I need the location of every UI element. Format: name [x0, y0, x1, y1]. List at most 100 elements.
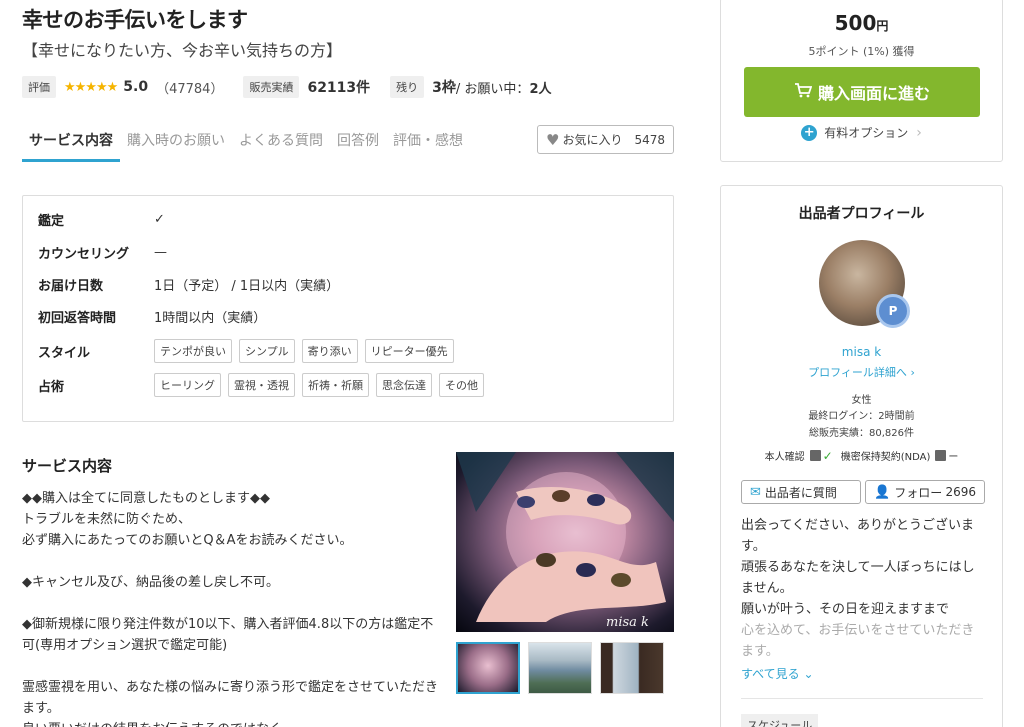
rating-stars: ★★★★★ — [64, 79, 118, 95]
tab-faq[interactable]: よくある質問 — [232, 118, 330, 162]
price: 500円 — [721, 11, 1002, 35]
profile-detail-label: プロフィール詳細へ — [808, 366, 907, 379]
divination-tag[interactable]: 霊視・透視 — [228, 373, 295, 397]
first-reply-label: 初回返答時間 — [38, 311, 117, 326]
chevron-down-icon: ⌄ — [803, 667, 814, 681]
bio-line: 願いが叶う、その日を迎えますまで — [741, 602, 950, 617]
remaining-slots: 3枠 — [432, 80, 456, 96]
divination-tag[interactable]: その他 — [439, 373, 484, 397]
remaining-label: 残り — [390, 76, 425, 98]
detail-counseling: カウンセリング — — [38, 243, 167, 262]
in-progress-label: / お願い中： — [455, 81, 530, 97]
style-tag[interactable]: シンプル — [239, 339, 295, 363]
seller-total-sales: 総販売実績：80,826件 — [809, 428, 914, 439]
content-heading: サービス内容 — [22, 457, 113, 475]
seller-name[interactable]: misa k — [721, 345, 1002, 359]
first-reply-value: 1時間以内（実績） — [154, 311, 267, 326]
bio-line: 頑張るあなたを決して一人ぼっちにはしません。 — [741, 560, 975, 596]
divination-tag[interactable]: 思念伝達 — [376, 373, 432, 397]
content-line: 必ず購入にあたってのお願いとQ＆Aをお読みください。 — [22, 533, 353, 548]
chevron-right-icon: › — [916, 124, 922, 141]
favorite-count: 5478 — [634, 132, 665, 147]
delivery-value: 1日（予定） / 1日以内（実績） — [154, 279, 340, 294]
favorite-button[interactable]: ♥ お気に入り 5478 — [536, 125, 674, 154]
see-all-link[interactable]: すべて見る ⌄ — [741, 665, 814, 682]
bio-line: 心を込めて、お手伝いをさせていただきます。 — [741, 623, 975, 659]
divination-tag[interactable]: ヒーリング — [154, 373, 221, 397]
nda-value: ー — [948, 452, 959, 463]
points-earned: 5ポイント (1%) 獲得 — [808, 45, 915, 58]
style-tag[interactable]: テンポが良い — [154, 339, 232, 363]
profile-detail-link[interactable]: プロフィール詳細へ › — [721, 364, 1002, 380]
content-line: トラブルを未然に防ぐため、 — [22, 512, 192, 527]
divination-tag[interactable]: 祈祷・祈願 — [302, 373, 369, 397]
check-icon: ✓ — [822, 448, 833, 463]
document-icon — [935, 450, 947, 461]
tab-service-content[interactable]: サービス内容 — [22, 118, 120, 162]
see-all-label: すべて見る — [741, 667, 800, 681]
counseling-value: — — [154, 245, 167, 260]
buy-button[interactable]: 購入画面に進む — [744, 67, 980, 117]
tab-reviews[interactable]: 評価・感想 — [386, 118, 470, 162]
service-subtitle: 【幸せになりたい方、今お辛い気持ちの方】 — [22, 41, 343, 60]
detail-divination: 占術 ヒーリング 霊視・透視 祈祷・祈願 思念伝達 その他 — [38, 373, 491, 397]
rating-value: 5.0 — [123, 79, 149, 95]
service-main-image[interactable]: misa k — [456, 452, 674, 632]
content-description: ◆◆購入は全てに同意したものとします◆◆ トラブルを未然に防ぐため、 必ず購入に… — [22, 488, 440, 727]
heart-icon: ♥ — [545, 130, 560, 149]
nda-label: 機密保持契約(NDA) — [840, 452, 931, 463]
image-thumbnails — [456, 642, 672, 694]
detail-appraisal: 鑑定 ✓ — [38, 210, 165, 229]
paid-option-link[interactable]: + 有料オプション › — [721, 124, 1002, 141]
price-currency: 円 — [876, 19, 889, 33]
bio-line: 出会ってください、ありがとうございます。 — [741, 518, 974, 554]
profile-actions: ✉ 出品者に質問 👤 フォロー 2696 — [741, 480, 985, 504]
identity-label: 本人確認 — [764, 452, 805, 463]
tab-purchase-request[interactable]: 購入時のお願い — [120, 118, 232, 162]
nail-art-photo: misa k — [456, 452, 674, 630]
thumbnail-2[interactable] — [528, 642, 592, 694]
content-line — [22, 551, 440, 572]
profile-heading: 出品者プロフィール — [798, 206, 925, 222]
content-line: ◆御新規様に限り発注件数が10以下、購入者評価4.8以下の方は鑑定不可(専用オプ… — [22, 617, 434, 653]
detail-first-reply: 初回返答時間 1時間以内（実績） — [38, 307, 266, 326]
follow-button[interactable]: 👤 フォロー 2696 — [865, 480, 985, 504]
ask-seller-button[interactable]: ✉ 出品者に質問 — [741, 480, 861, 504]
content-line: ◆キャンセル及び、納品後の差し戻し不可。 — [22, 575, 279, 590]
schedule-label: スケジュール — [741, 714, 819, 727]
delivery-label: お届け日数 — [38, 279, 104, 294]
platinum-rank-badge-icon: P — [876, 294, 910, 328]
plus-icon: + — [801, 124, 818, 141]
content-line — [22, 656, 440, 677]
content-line — [22, 593, 440, 614]
purchase-box: 500円 5ポイント (1%) 獲得 購入画面に進む + 有料オプション › — [720, 0, 1003, 162]
id-card-icon — [809, 450, 821, 461]
thumbnail-1[interactable] — [456, 642, 520, 694]
tab-sample-answers[interactable]: 回答例 — [330, 118, 386, 162]
style-tags: テンポが良い シンプル 寄り添い リピーター優先 — [154, 339, 461, 363]
favorite-label: お気に入り — [562, 133, 623, 147]
rating-count[interactable]: （47784） — [156, 78, 223, 97]
detail-style: スタイル テンポが良い シンプル 寄り添い リピーター優先 — [38, 339, 461, 363]
style-label: スタイル — [38, 345, 91, 361]
style-tag[interactable]: リピーター優先 — [364, 339, 454, 363]
detail-delivery: お届け日数 1日（予定） / 1日以内（実績） — [38, 275, 339, 294]
mail-icon: ✉ — [750, 484, 761, 500]
appraisal-label: 鑑定 — [38, 214, 65, 229]
thumbnail-3[interactable] — [600, 642, 664, 694]
service-stats: 評価 ★★★★★ 5.0 （47784） 販売実績 62113件 残り 3枠 /… — [22, 76, 551, 98]
chevron-right-icon: › — [910, 366, 915, 379]
content-line: 良い悪いだけの結果をお伝えするのではなく — [22, 719, 440, 727]
content-line: 霊感霊視を用い、あなた様の悩みに寄り添う形で鑑定をさせていただきます。 — [22, 680, 439, 716]
divination-label: 占術 — [38, 379, 65, 395]
verification-row: 本人確認 ✓ 機密保持契約(NDA) ー — [721, 448, 1002, 464]
style-tag[interactable]: 寄り添い — [301, 339, 358, 363]
rating-label: 評価 — [22, 76, 56, 98]
service-title: 幸せのお手伝いをします — [22, 8, 248, 32]
seller-profile-box: 出品者プロフィール P misa k プロフィール詳細へ › 女性 最終ログイン… — [720, 185, 1003, 727]
price-value: 500 — [834, 11, 877, 35]
sales-count: 62113件 — [307, 80, 371, 96]
image-signature: misa k — [606, 615, 649, 630]
divination-tags: ヒーリング 霊視・透視 祈祷・祈願 思念伝達 その他 — [154, 373, 491, 397]
ask-seller-label: 出品者に質問 — [764, 485, 837, 500]
